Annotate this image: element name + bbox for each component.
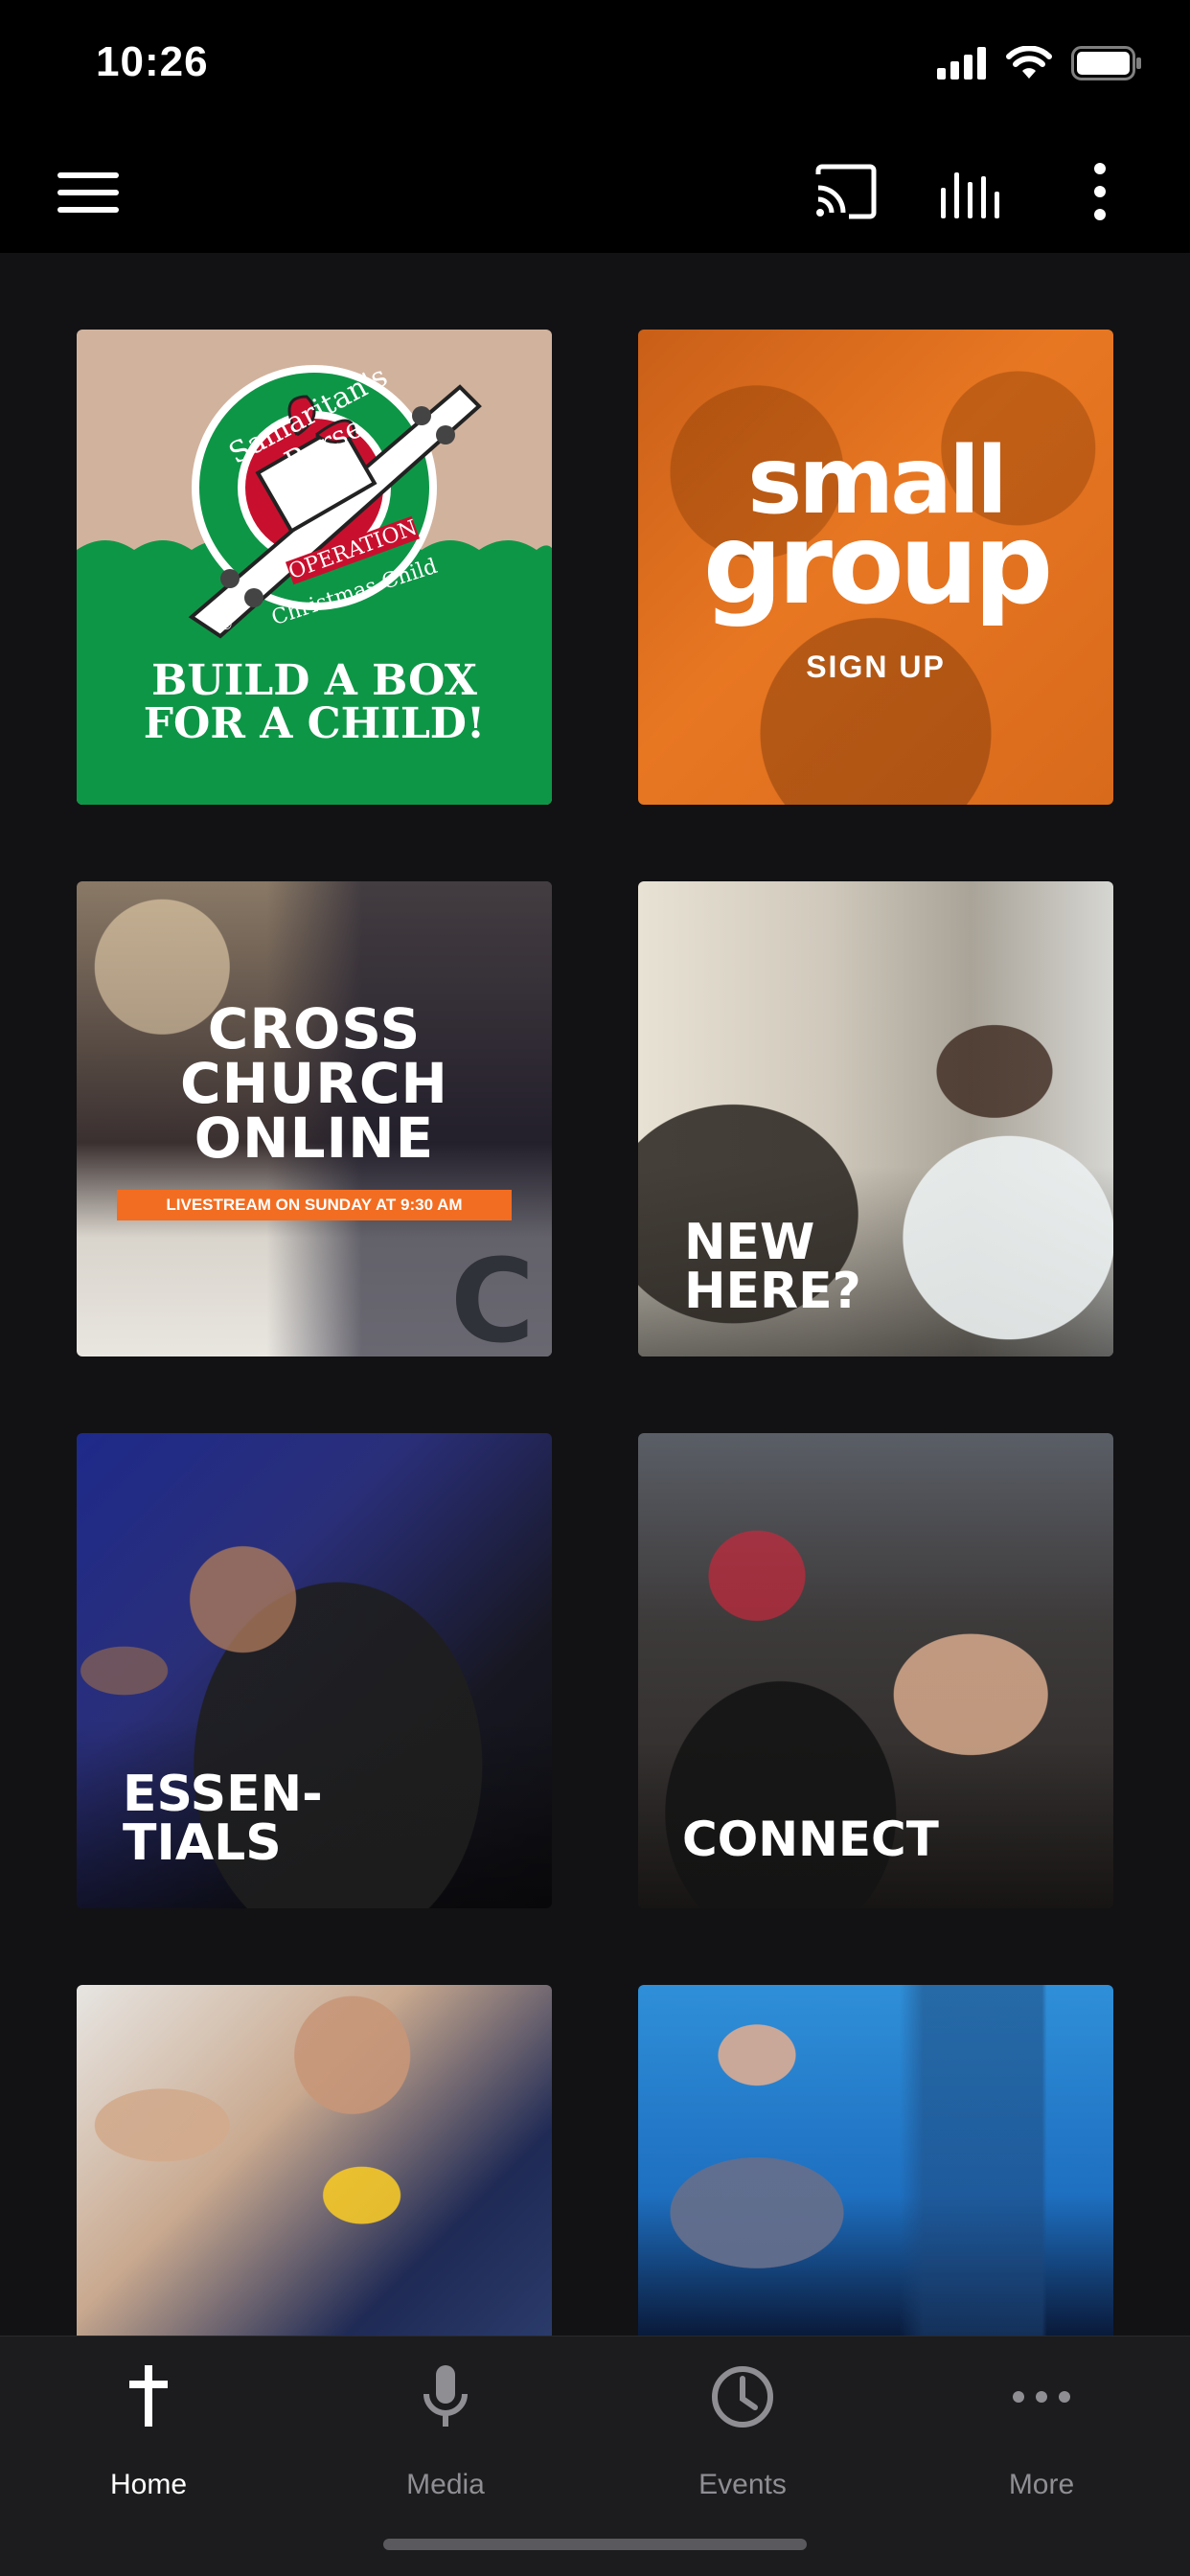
- audio-bars-icon[interactable]: [939, 161, 1006, 222]
- status-icons: [937, 46, 1142, 80]
- tab-more[interactable]: More: [922, 2356, 1161, 2500]
- small-group-subtitle: SIGN UP: [806, 650, 946, 684]
- tile-small-group[interactable]: small group SIGN UP: [638, 330, 1113, 805]
- tab-label: Media: [406, 2469, 485, 2500]
- tab-label: Home: [109, 2469, 188, 2500]
- tile-new-here[interactable]: NEW HERE?: [638, 881, 1113, 1356]
- cast-icon[interactable]: [812, 161, 880, 222]
- occ-tagline: BUILD A BOX FOR A CHILD!: [143, 656, 486, 748]
- horizontal-dots-icon: [1013, 2391, 1070, 2403]
- tab-events[interactable]: Events: [623, 2356, 862, 2500]
- tile-essentials[interactable]: ESSEN- TIALS: [77, 1433, 552, 1908]
- status-time: 10:26: [96, 38, 209, 85]
- tab-home[interactable]: Home: [29, 2356, 268, 2500]
- tile-title: CONNECT: [682, 1812, 939, 1867]
- tab-label: Events: [698, 2469, 787, 2500]
- cellular-signal-icon: [937, 47, 986, 80]
- small-group-line2: group: [702, 500, 1054, 629]
- battery-icon: [1071, 46, 1141, 80]
- cross-icon: [129, 2365, 168, 2427]
- app-bar: [0, 134, 1190, 253]
- tile-connect[interactable]: CONNECT: [638, 1433, 1113, 1908]
- status-bar: 10:26: [0, 0, 1190, 134]
- tile-title: ESSEN- TIALS: [123, 1766, 323, 1872]
- tile-title: CROSS CHURCH ONLINE: [180, 996, 448, 1171]
- hamburger-menu-icon[interactable]: [56, 165, 123, 222]
- stage-letter: C: [450, 1236, 536, 1356]
- livestream-banner: LIVESTREAM ON SUNDAY AT 9:30 AM: [117, 1190, 512, 1220]
- vertical-dots-icon[interactable]: [1081, 161, 1119, 222]
- kids-photo: [77, 1985, 552, 2336]
- occ-registered-mark: ®: [220, 617, 232, 633]
- tile-title: NEW HERE?: [684, 1214, 861, 1320]
- clock-icon: [712, 2366, 773, 2428]
- tile-kids[interactable]: [77, 1985, 552, 2336]
- microphone-icon: [423, 2365, 468, 2427]
- home-indicator: [383, 2539, 807, 2550]
- wifi-icon: [1006, 46, 1052, 79]
- tile-cross-church-online[interactable]: C CROSS CHURCH ONLINE LIVESTREAM ON SUND…: [77, 881, 552, 1356]
- sermon-photo: [638, 1985, 1113, 2336]
- tab-media[interactable]: Media: [326, 2356, 565, 2500]
- tab-label: More: [1008, 2469, 1075, 2500]
- tile-operation-christmas-child[interactable]: Samaritan's Purse OPERATION Christmas Ch…: [77, 330, 552, 805]
- tile-sermon[interactable]: [638, 1985, 1113, 2336]
